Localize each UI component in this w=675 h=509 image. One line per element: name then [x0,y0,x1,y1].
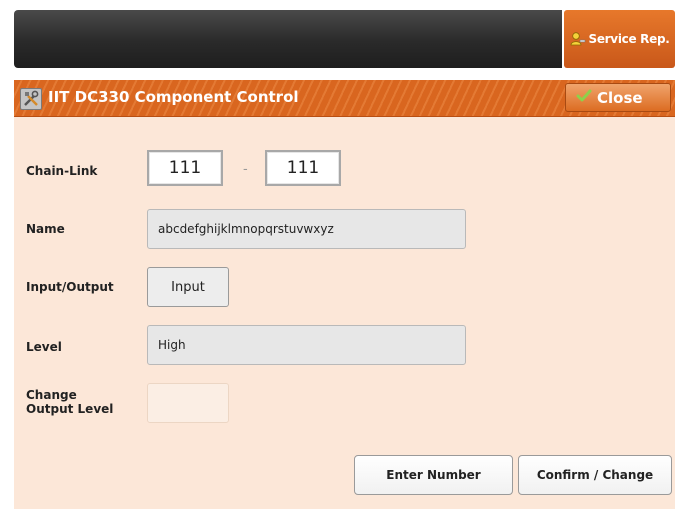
change-output-level-label: Change Output Level [26,388,113,416]
close-button[interactable]: Close [565,83,671,112]
level-label: Level [26,340,62,354]
level-field: High [147,325,466,365]
link-number-field[interactable]: 111 [265,150,341,186]
chain-link-separator: - [243,162,248,177]
confirm-change-button[interactable]: Confirm / Change [518,455,672,495]
message-panel [14,10,562,68]
tools-icon [20,88,42,110]
checkmark-icon [576,89,592,107]
change-label-line1: Change [26,388,77,402]
input-output-label: Input/Output [26,280,114,294]
change-label-line2: Output Level [26,402,114,416]
name-field: abcdefghijklmnopqrstuvwxyz [147,209,466,249]
chain-link-label: Chain-Link [26,164,98,178]
close-label: Close [597,88,643,107]
name-label: Name [26,222,65,236]
enter-number-button[interactable]: Enter Number [354,455,513,495]
service-rep-button[interactable]: Service Rep. [564,10,675,68]
input-output-button[interactable]: Input [147,267,229,307]
service-rep-label: Service Rep. [588,32,670,46]
dialog-title: IIT DC330 Component Control [48,88,299,106]
component-control-dialog: IIT DC330 Component Control Close Chain-… [14,80,675,509]
top-bar: Service Rep. [0,0,675,75]
chain-number-field[interactable]: 111 [147,150,223,186]
dialog-title-bar: IIT DC330 Component Control Close [14,80,675,117]
service-rep-icon [570,31,586,47]
change-output-level-button [147,383,229,423]
